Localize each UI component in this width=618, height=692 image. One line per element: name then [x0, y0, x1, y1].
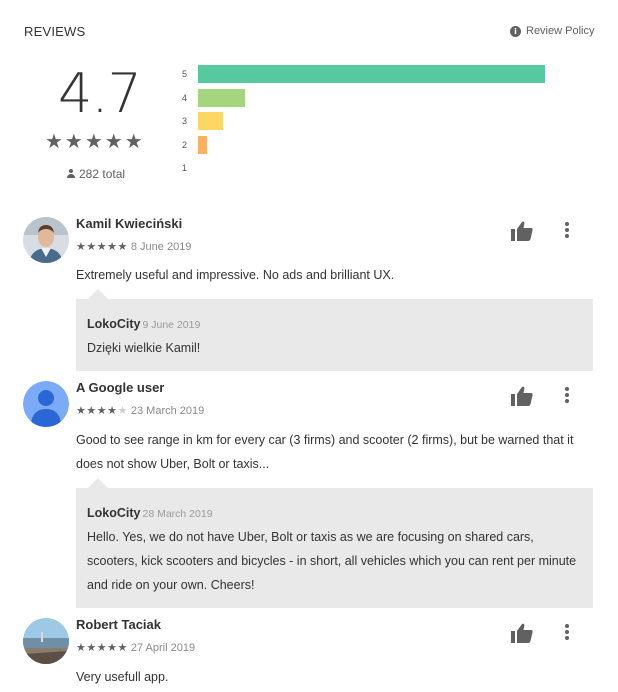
reply-date: 9 June 2019 — [142, 319, 201, 331]
star-filled-icon: ★ — [107, 641, 118, 654]
histogram-row: 5 — [182, 65, 545, 83]
reply-header: LokoCity 28 March 2019 — [87, 506, 213, 520]
landscape-photo-avatar-icon — [23, 618, 69, 664]
total-ratings: 282 total — [66, 167, 125, 181]
review-card: A Google user ★★★★★ 23 March 2019 Good t… — [0, 373, 618, 609]
review-meta: ★★★★★ 8 June 2019 — [76, 240, 191, 253]
thumbs-up-icon[interactable] — [510, 385, 534, 407]
histogram-bar — [198, 112, 223, 130]
star-filled-icon: ★ — [76, 641, 87, 654]
star-filled-icon: ★ — [117, 240, 128, 253]
person-icon — [66, 169, 76, 179]
total-ratings-label: 282 total — [79, 167, 126, 181]
histogram-row: 2 — [182, 135, 207, 154]
more-vert-icon[interactable] — [562, 220, 572, 238]
average-rating-stars: ★★★★★ — [45, 129, 145, 153]
reviewer-name: Robert Taciak — [76, 617, 162, 632]
reviewer-avatar — [23, 381, 69, 427]
star-filled-icon: ★ — [76, 404, 87, 417]
developer-reply: LokoCity 9 June 2019 Dzięki wielkie Kami… — [76, 289, 593, 371]
review-meta: ★★★★★ 23 March 2019 — [76, 404, 204, 417]
review-policy-label: Review Policy — [526, 25, 595, 37]
reply-date: 28 March 2019 — [142, 508, 213, 520]
star-filled-icon: ★ — [86, 240, 97, 253]
reviews-heading: REVIEWS — [24, 24, 86, 39]
info-icon: i — [510, 25, 521, 37]
review-text: Very usefull app. — [76, 670, 169, 684]
histogram-star-label: 3 — [182, 116, 188, 126]
histogram-bar — [198, 135, 207, 154]
histogram-star-label: 1 — [182, 163, 188, 173]
review-stars: ★★★★★ — [76, 641, 128, 654]
star-filled-icon: ★ — [107, 240, 118, 253]
more-vert-icon[interactable] — [562, 622, 572, 640]
default-user-avatar-icon — [23, 381, 69, 427]
reviewer-avatar — [23, 618, 69, 664]
average-rating: 4.7 — [58, 62, 142, 125]
histogram-bar — [198, 88, 245, 107]
star-filled-icon: ★ — [76, 240, 87, 253]
reviewer-name: A Google user — [76, 380, 165, 395]
star-filled-icon: ★ — [107, 404, 118, 417]
histogram-row: 1 — [182, 159, 198, 177]
star-filled-icon: ★ — [86, 404, 97, 417]
review-policy-link[interactable]: i Review Policy — [510, 25, 594, 37]
review-date: 8 June 2019 — [130, 240, 192, 253]
star-filled-icon: ★ — [96, 404, 108, 417]
review-meta: ★★★★★ 27 April 2019 — [76, 641, 195, 654]
reply-header: LokoCity 9 June 2019 — [87, 317, 200, 331]
reviewer-avatar — [23, 217, 69, 263]
reply-text: Dzięki wielkie Kamil! — [87, 341, 201, 355]
photo-avatar-icon — [23, 217, 69, 263]
histogram-star-label: 4 — [182, 92, 188, 103]
review-text: Extremely useful and impressive. No ads … — [76, 268, 395, 282]
reply-text: Hello. Yes, we do not have Uber, Bolt or… — [87, 530, 577, 592]
reply-author: LokoCity — [87, 317, 141, 331]
review-card: Kamil Kwieciński ★★★★★ 8 June 2019 Extre… — [0, 208, 618, 373]
histogram-row: 4 — [182, 88, 245, 107]
star-filled-icon: ★ — [96, 641, 108, 654]
review-card: Robert Taciak ★★★★★ 27 April 2019 Very u… — [0, 610, 618, 692]
developer-reply: LokoCity 28 March 2019 Hello. Yes, we do… — [76, 478, 593, 608]
more-vert-icon[interactable] — [562, 385, 572, 403]
review-date: 27 April 2019 — [130, 641, 196, 654]
review-text: Good to see range in km for every car (3… — [76, 433, 574, 471]
star-empty-icon: ★ — [117, 404, 128, 417]
review-stars: ★★★★★ — [76, 404, 128, 417]
review-stars: ★★★★★ — [76, 240, 128, 253]
star-filled-icon: ★ — [117, 641, 128, 654]
star-filled-icon: ★ — [96, 240, 108, 253]
histogram-star-label: 2 — [182, 139, 188, 150]
review-date: 23 March 2019 — [130, 404, 205, 417]
reply-author: LokoCity — [87, 506, 141, 520]
histogram-star-label: 5 — [182, 69, 188, 79]
thumbs-up-icon[interactable] — [510, 220, 534, 242]
star-filled-icon: ★ — [86, 641, 97, 654]
histogram-bar — [198, 65, 545, 83]
thumbs-up-icon[interactable] — [510, 622, 534, 644]
histogram-row: 3 — [182, 112, 223, 130]
reviewer-name: Kamil Kwieciński — [76, 216, 183, 231]
